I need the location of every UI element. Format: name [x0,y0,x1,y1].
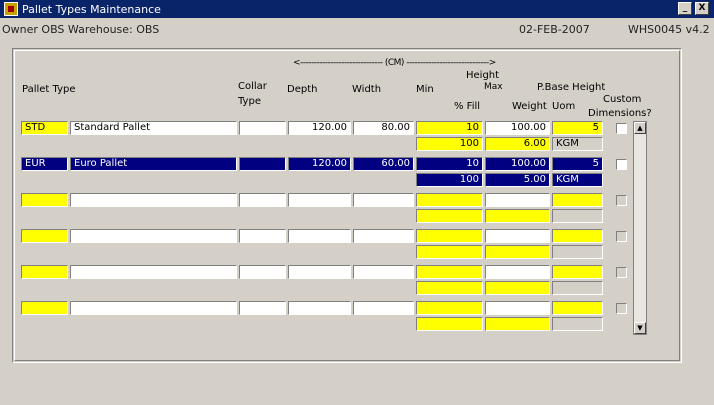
custom-dimensions-checkbox[interactable] [616,303,627,314]
width-field[interactable]: 80.00 [353,121,414,135]
collar-type-field[interactable] [239,301,286,315]
weight-field[interactable]: 5.00 [485,173,550,187]
depth-field[interactable] [288,193,351,207]
depth-field[interactable] [288,265,351,279]
uom-field[interactable]: KGM [552,137,603,151]
pbase-height-field[interactable] [552,265,603,279]
height-max-field[interactable] [485,265,550,279]
uom-field[interactable]: KGM [552,173,603,187]
height-max-field[interactable]: 100.00 [485,121,550,135]
header-custom-dimensions: Dimensions? [588,108,652,119]
collar-type-field[interactable] [239,229,286,243]
pallet-code-field[interactable]: EUR [21,157,68,171]
pallet-name-field[interactable] [70,265,237,279]
weight-field[interactable] [485,209,550,223]
height-min-field[interactable] [416,301,483,315]
header-weight: Weight [512,101,547,112]
cm-banner: <------------------------------ (CM) ---… [293,58,496,68]
height-min-field[interactable]: 10 [416,121,483,135]
header-custom: Custom [603,94,642,105]
height-max-field[interactable] [485,193,550,207]
pallet-name-field[interactable] [70,301,237,315]
uom-field[interactable] [552,209,603,223]
fill-field[interactable]: 100 [416,137,483,151]
pbase-height-field[interactable]: 5 [552,121,603,135]
height-max-field[interactable] [485,301,550,315]
depth-field[interactable] [288,301,351,315]
pallet-code-field[interactable] [21,301,68,315]
height-max-field[interactable] [485,229,550,243]
weight-field[interactable]: 6.00 [485,137,550,151]
close-button[interactable]: X [695,2,709,15]
height-min-field[interactable]: 10 [416,157,483,171]
pbase-height-field[interactable]: 5 [552,157,603,171]
collar-type-field[interactable] [239,157,286,171]
pallet-name-field[interactable]: Euro Pallet [70,157,237,171]
window-title: Pallet Types Maintenance [22,3,161,16]
custom-dimensions-checkbox[interactable] [616,159,627,170]
height-min-field[interactable] [416,193,483,207]
fill-field[interactable] [416,209,483,223]
width-field[interactable] [353,229,414,243]
scroll-up-icon[interactable]: ▲ [634,122,646,134]
title-bar: Pallet Types Maintenance _ X [0,0,714,18]
width-field[interactable] [353,265,414,279]
owner-warehouse-label: Owner OBS Warehouse: OBS [2,23,160,36]
pallet-name-field[interactable] [70,229,237,243]
header-max: Max [484,82,503,92]
records-scrollbar[interactable]: ▲ ▼ [633,121,647,335]
weight-field[interactable] [485,281,550,295]
fill-field[interactable] [416,281,483,295]
depth-field[interactable]: 120.00 [288,121,351,135]
header-min: Min [416,84,434,95]
date-label: 02-FEB-2007 [519,23,590,36]
height-min-field[interactable] [416,265,483,279]
header-width: Width [352,84,382,95]
height-max-field[interactable]: 100.00 [485,157,550,171]
header-uom: Uom [552,101,576,112]
fill-field[interactable] [416,245,483,259]
pallet-name-field[interactable] [70,193,237,207]
pallet-code-field[interactable] [21,229,68,243]
header-fill: % Fill [454,101,481,112]
collar-type-field[interactable] [239,265,286,279]
uom-field[interactable] [552,317,603,331]
uom-field[interactable] [552,245,603,259]
collar-type-field[interactable] [239,193,286,207]
collar-type-field[interactable] [239,121,286,135]
pbase-height-field[interactable] [552,193,603,207]
width-field[interactable]: 60.00 [353,157,414,171]
weight-field[interactable] [485,245,550,259]
width-field[interactable] [353,301,414,315]
custom-dimensions-checkbox[interactable] [616,195,627,206]
depth-field[interactable]: 120.00 [288,157,351,171]
custom-dimensions-checkbox[interactable] [616,123,627,134]
weight-field[interactable] [485,317,550,331]
pallet-code-field[interactable] [21,193,68,207]
pallet-code-field[interactable] [21,265,68,279]
scroll-down-icon[interactable]: ▼ [634,322,646,334]
fill-field[interactable] [416,317,483,331]
header-pallet-type: Pallet Type [22,84,76,95]
pallet-name-field[interactable]: Standard Pallet [70,121,237,135]
width-field[interactable] [353,193,414,207]
height-min-field[interactable] [416,229,483,243]
app-icon [4,2,18,16]
header-collar: Collar [238,81,267,92]
pbase-height-field[interactable] [552,229,603,243]
screen-id-label: WHS0045 v4.2 [628,23,710,36]
uom-field[interactable] [552,281,603,295]
header-collar-type: Type [238,96,261,107]
pallet-code-field[interactable]: STD [21,121,68,135]
pbase-height-field[interactable] [552,301,603,315]
custom-dimensions-checkbox[interactable] [616,267,627,278]
header-pbase-height: P.Base Height [537,82,606,93]
header-depth: Depth [287,84,318,95]
header-height: Height [466,70,500,81]
depth-field[interactable] [288,229,351,243]
fill-field[interactable]: 100 [416,173,483,187]
custom-dimensions-checkbox[interactable] [616,231,627,242]
minimize-button[interactable]: _ [678,2,692,15]
